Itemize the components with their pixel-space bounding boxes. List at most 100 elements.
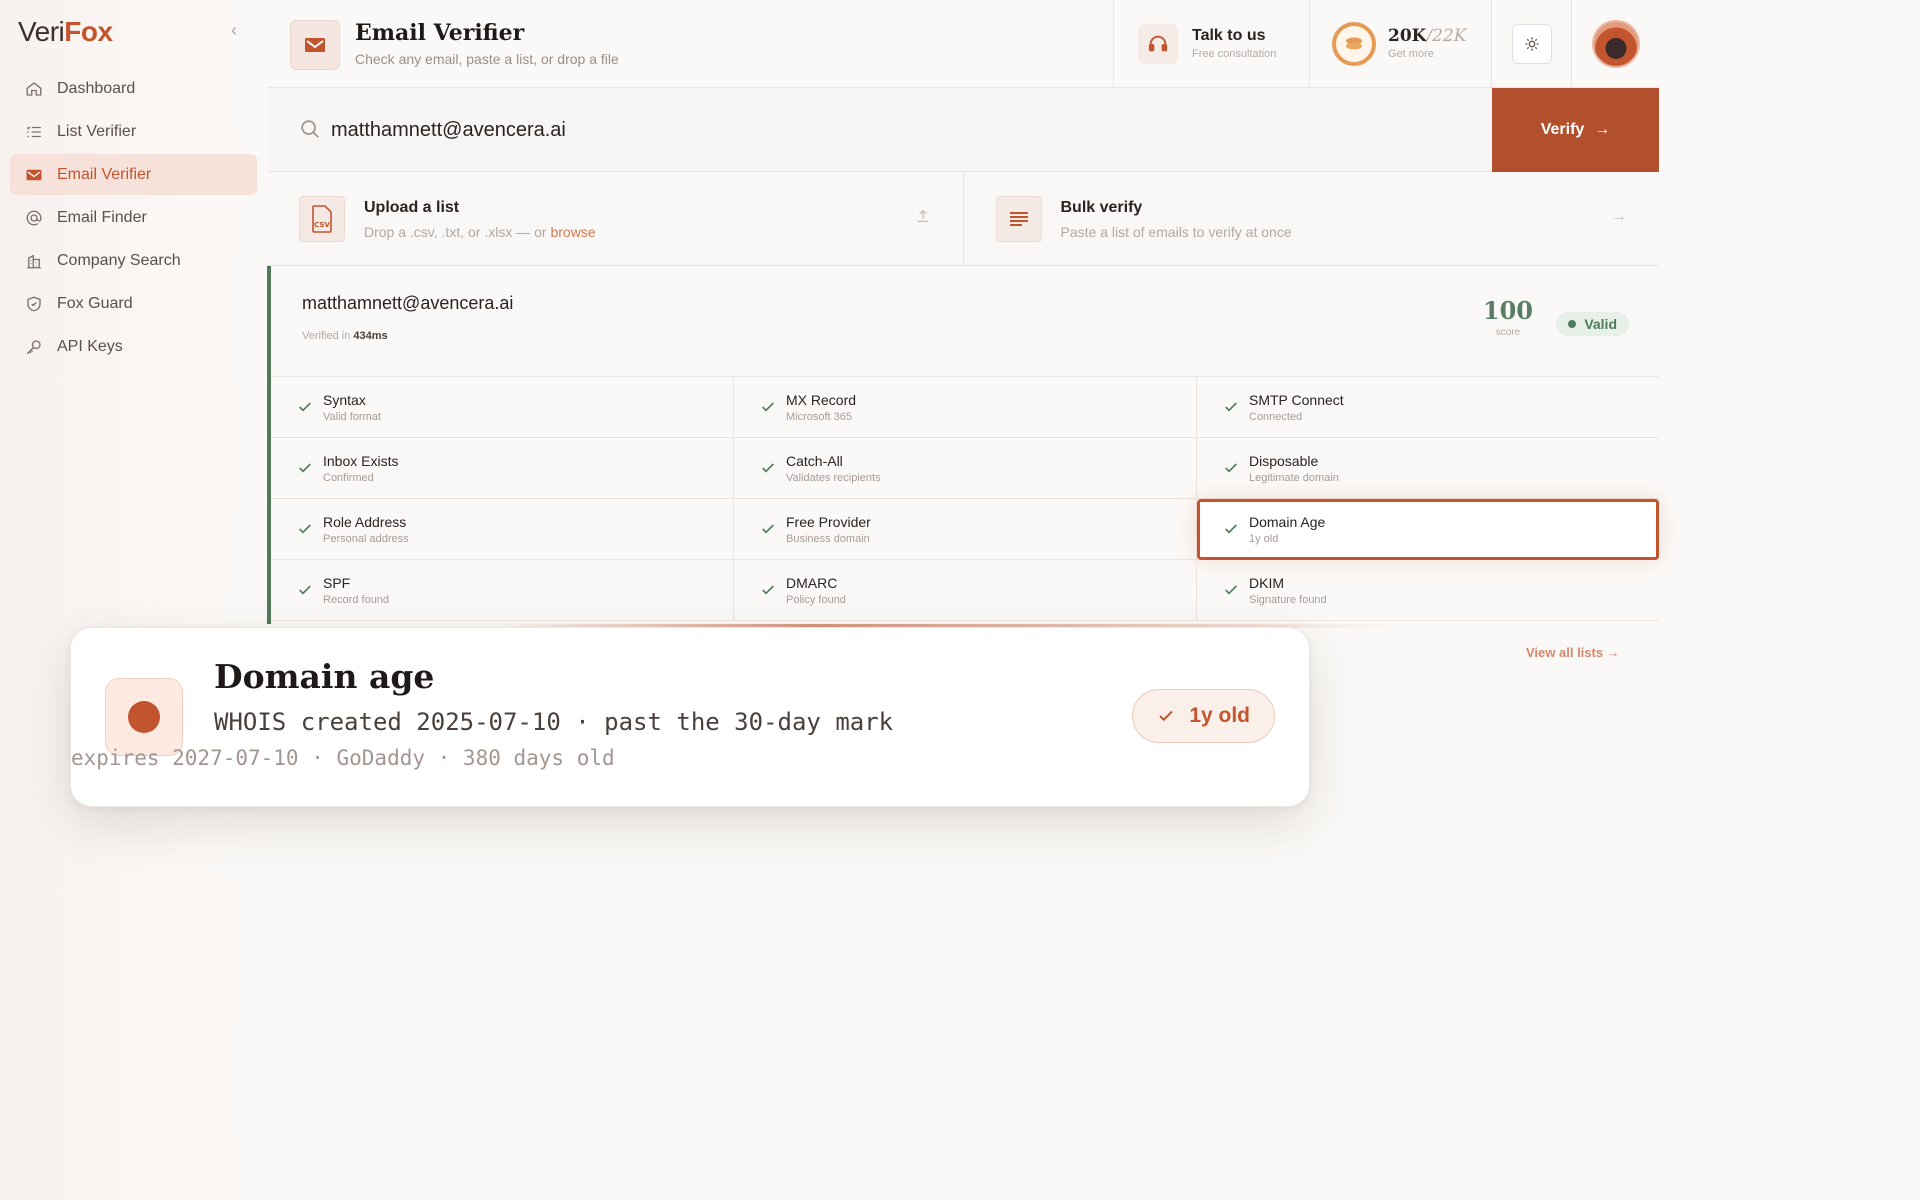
check-spf[interactable]: SPF Record found bbox=[271, 560, 734, 621]
check-icon bbox=[1223, 582, 1239, 603]
check-detail: Business domain bbox=[786, 533, 870, 545]
check-syntax[interactable]: Syntax Valid format bbox=[271, 377, 734, 438]
check-free-provider[interactable]: Free Provider Business domain bbox=[734, 499, 1197, 560]
check-icon bbox=[760, 521, 776, 542]
check-domain-age[interactable]: Domain Age 1y old bbox=[1197, 499, 1659, 560]
check-detail: Microsoft 365 bbox=[786, 411, 853, 423]
verify-button[interactable]: Verify → bbox=[1492, 88, 1659, 172]
popup-title: Domain age bbox=[214, 657, 435, 696]
score: 100 score bbox=[1483, 296, 1533, 338]
arrow-right-icon: → bbox=[1594, 121, 1611, 138]
sidebar-item-email-verifier[interactable]: Email Verifier bbox=[10, 154, 257, 195]
domain-age-badge-text: 1y old bbox=[1189, 704, 1250, 727]
csv-file-icon: CSV bbox=[299, 196, 345, 242]
upload-hint: Drop a .csv, .txt, or .xlsx — or bbox=[364, 224, 551, 240]
score-label: score bbox=[1495, 327, 1521, 338]
sidebar-item-label: Email Finder bbox=[57, 208, 147, 226]
check-dkim[interactable]: DKIM Signature found bbox=[1197, 560, 1659, 621]
headset-icon bbox=[1138, 24, 1178, 64]
check-name: Role Address bbox=[323, 514, 407, 530]
avatar[interactable] bbox=[1591, 20, 1640, 68]
check-disposable[interactable]: Disposable Legitimate domain bbox=[1197, 438, 1659, 499]
check-icon bbox=[760, 399, 776, 420]
check-mx-record[interactable]: MX Record Microsoft 365 bbox=[734, 377, 1197, 438]
result-email: matthamnett@avencera.ai bbox=[302, 293, 514, 313]
check-detail: Personal address bbox=[323, 533, 409, 545]
check-name: Catch-All bbox=[786, 453, 843, 469]
text-lines-icon bbox=[995, 196, 1042, 242]
brand-suffix: Fox bbox=[64, 16, 113, 47]
check-detail: Connected bbox=[1249, 411, 1303, 423]
check-detail: Legitimate domain bbox=[1249, 472, 1339, 484]
sidebar-item-api-keys[interactable]: API Keys bbox=[10, 326, 257, 367]
sidebar-item-label: API Keys bbox=[57, 337, 123, 355]
talk-title: Talk to us bbox=[1192, 27, 1266, 44]
status-text: Valid bbox=[1584, 316, 1617, 332]
check-detail: Signature found bbox=[1249, 594, 1327, 606]
check-detail: Record found bbox=[323, 594, 390, 606]
check-catch-all[interactable]: Catch-All Validates recipients bbox=[734, 438, 1197, 499]
check-icon bbox=[297, 399, 313, 420]
check-name: Domain Age bbox=[1249, 514, 1326, 530]
sidebar-item-fox-guard[interactable]: Fox Guard bbox=[10, 283, 257, 324]
browse-link[interactable]: browse bbox=[550, 224, 595, 240]
page-heading: Email Verifier Check any email, paste a … bbox=[267, 0, 1113, 88]
page-subtitle: Check any email, paste a list, or drop a… bbox=[355, 51, 619, 67]
check-icon bbox=[1223, 399, 1239, 420]
check-icon bbox=[1223, 521, 1239, 542]
check-icon bbox=[297, 460, 313, 481]
score-value: 100 bbox=[1482, 296, 1533, 325]
building-icon bbox=[24, 251, 44, 271]
upload-list-option[interactable]: CSV Upload a list Drop a .csv, .txt, or … bbox=[267, 172, 963, 266]
csv-icon-label: CSV bbox=[314, 221, 330, 229]
mail-icon bbox=[24, 165, 44, 185]
theme-toggle[interactable] bbox=[1491, 0, 1571, 88]
sidebar-item-company-search[interactable]: Company Search bbox=[10, 240, 257, 281]
checks-grid: Syntax Valid format MX Record Microsoft 36… bbox=[271, 377, 1659, 621]
check-inbox-exists[interactable]: Inbox Exists Confirmed bbox=[271, 438, 734, 499]
top-header: Email Verifier Check any email, paste a … bbox=[267, 0, 1659, 88]
credits-used: 20K bbox=[1388, 26, 1427, 46]
status-dot-icon bbox=[1568, 320, 1577, 328]
check-name: Disposable bbox=[1249, 453, 1319, 469]
verify-label: Verify bbox=[1540, 121, 1585, 138]
verified-time: Verified in 434ms bbox=[302, 330, 388, 342]
check-name: SMTP Connect bbox=[1249, 392, 1344, 408]
key-icon bbox=[24, 337, 44, 357]
check-icon bbox=[297, 582, 313, 603]
check-role-address[interactable]: Role Address Personal address bbox=[271, 499, 734, 560]
check-name: Syntax bbox=[323, 392, 366, 408]
sidebar-item-email-finder[interactable]: Email Finder bbox=[10, 197, 257, 238]
bulk-verify-option[interactable]: Bulk verify Paste a list of emails to ve… bbox=[962, 172, 1660, 266]
status-dot-icon bbox=[105, 678, 183, 756]
upload-title: Upload a list bbox=[364, 199, 460, 216]
collapse-sidebar-icon[interactable]: ‹ bbox=[224, 20, 244, 40]
result-header: matthamnett@avencera.ai Verified in 434m… bbox=[271, 266, 1659, 377]
sidebar-item-label: Dashboard bbox=[57, 79, 136, 97]
sidebar-item-label: List Verifier bbox=[57, 122, 137, 140]
sidebar-item-label: Fox Guard bbox=[57, 294, 133, 312]
sidebar-item-dashboard[interactable]: Dashboard bbox=[10, 68, 257, 109]
user-menu[interactable] bbox=[1571, 0, 1659, 88]
sidebar-item-label: Email Verifier bbox=[57, 165, 152, 183]
popup-whois-line: WHOIS created 2025-07-10 · past the 30-d… bbox=[214, 708, 894, 736]
home-icon bbox=[24, 79, 44, 99]
check-smtp-connect[interactable]: SMTP Connect Connected bbox=[1197, 377, 1659, 438]
brand-logo[interactable]: VeriFox bbox=[18, 16, 113, 48]
input-options: CSV Upload a list Drop a .csv, .txt, or … bbox=[267, 172, 1659, 266]
domain-age-badge: 1y old bbox=[1132, 689, 1275, 743]
view-all-lists-link[interactable]: View all lists → bbox=[1526, 645, 1620, 660]
get-more-link[interactable]: Get more bbox=[1388, 48, 1434, 60]
sidebar-item-list-verifier[interactable]: List Verifier bbox=[10, 111, 257, 152]
coins-icon bbox=[1332, 22, 1376, 66]
page-title: Email Verifier bbox=[355, 20, 525, 46]
status-badge: Valid bbox=[1556, 312, 1629, 336]
talk-to-us-button[interactable]: Talk to us Free consultation bbox=[1113, 0, 1309, 88]
email-input[interactable] bbox=[331, 112, 1431, 148]
talk-subtitle: Free consultation bbox=[1192, 48, 1277, 60]
check-detail: Policy found bbox=[786, 594, 846, 606]
verified-duration: 434ms bbox=[353, 330, 388, 342]
credits-widget[interactable]: 20K/22K Get more bbox=[1309, 0, 1491, 88]
bulk-subtitle: Paste a list of emails to verify at once bbox=[1060, 224, 1292, 240]
check-dmarc[interactable]: DMARC Policy found bbox=[734, 560, 1197, 621]
